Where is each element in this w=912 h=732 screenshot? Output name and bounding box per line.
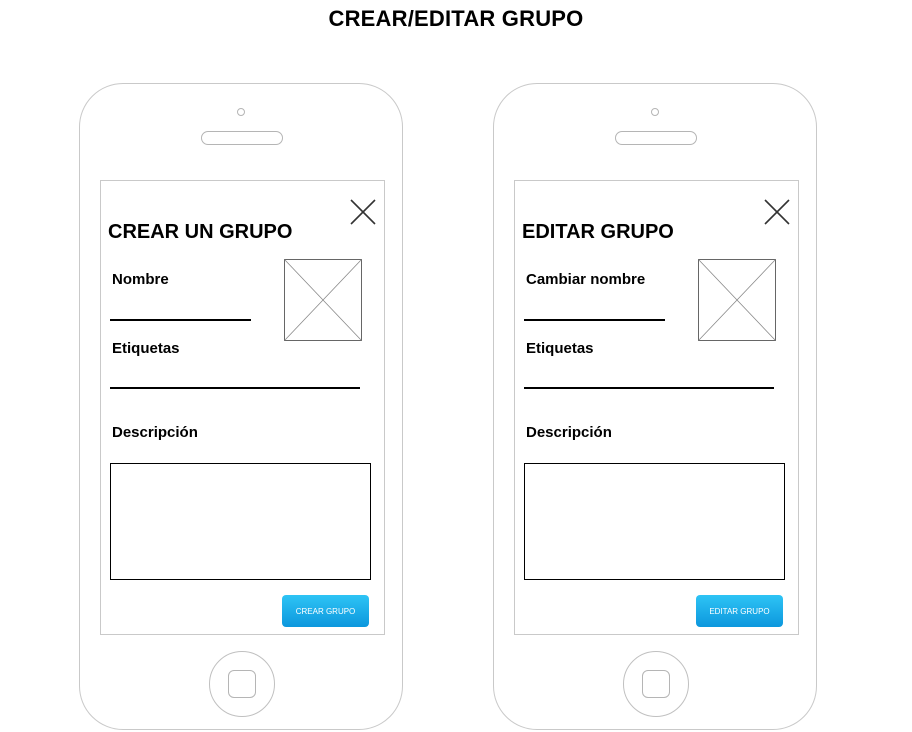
tags-label: Etiquetas xyxy=(526,340,594,357)
home-button[interactable] xyxy=(623,651,689,717)
phone-speaker xyxy=(201,131,283,145)
name-input[interactable] xyxy=(110,303,251,321)
home-button-square xyxy=(642,670,670,698)
close-icon[interactable] xyxy=(348,197,378,227)
phone-speaker xyxy=(615,131,697,145)
description-label: Descripción xyxy=(112,424,198,441)
screen-title: EDITAR GRUPO xyxy=(522,221,674,243)
image-placeholder-icon[interactable] xyxy=(284,259,362,341)
description-label: Descripción xyxy=(526,424,612,441)
name-label: Nombre xyxy=(112,271,169,288)
create-group-screen: CREAR UN GRUPO Nombre Etiquetas Descripc… xyxy=(100,180,385,635)
edit-group-button[interactable]: EDITAR GRUPO xyxy=(696,595,783,627)
name-label: Cambiar nombre xyxy=(526,271,646,288)
page-title: CREAR/EDITAR GRUPO xyxy=(328,6,584,31)
image-placeholder-icon[interactable] xyxy=(698,259,776,341)
tags-input[interactable] xyxy=(524,371,774,389)
tags-input[interactable] xyxy=(110,371,360,389)
phone-frame-edit: EDITAR GRUPO Cambiar nombre Etiquetas De… xyxy=(493,83,817,730)
name-input[interactable] xyxy=(524,303,665,321)
edit-group-screen: EDITAR GRUPO Cambiar nombre Etiquetas De… xyxy=(514,180,799,635)
phone-camera xyxy=(651,108,659,116)
screen-title: CREAR UN GRUPO xyxy=(108,221,293,243)
tags-label: Etiquetas xyxy=(112,340,180,357)
description-textarea[interactable] xyxy=(524,463,785,580)
create-group-button[interactable]: CREAR GRUPO xyxy=(282,595,369,627)
phone-camera xyxy=(237,108,245,116)
description-textarea[interactable] xyxy=(110,463,371,580)
home-button[interactable] xyxy=(209,651,275,717)
home-button-square xyxy=(228,670,256,698)
close-icon[interactable] xyxy=(762,197,792,227)
phone-frame-create: CREAR UN GRUPO Nombre Etiquetas Descripc… xyxy=(79,83,403,730)
